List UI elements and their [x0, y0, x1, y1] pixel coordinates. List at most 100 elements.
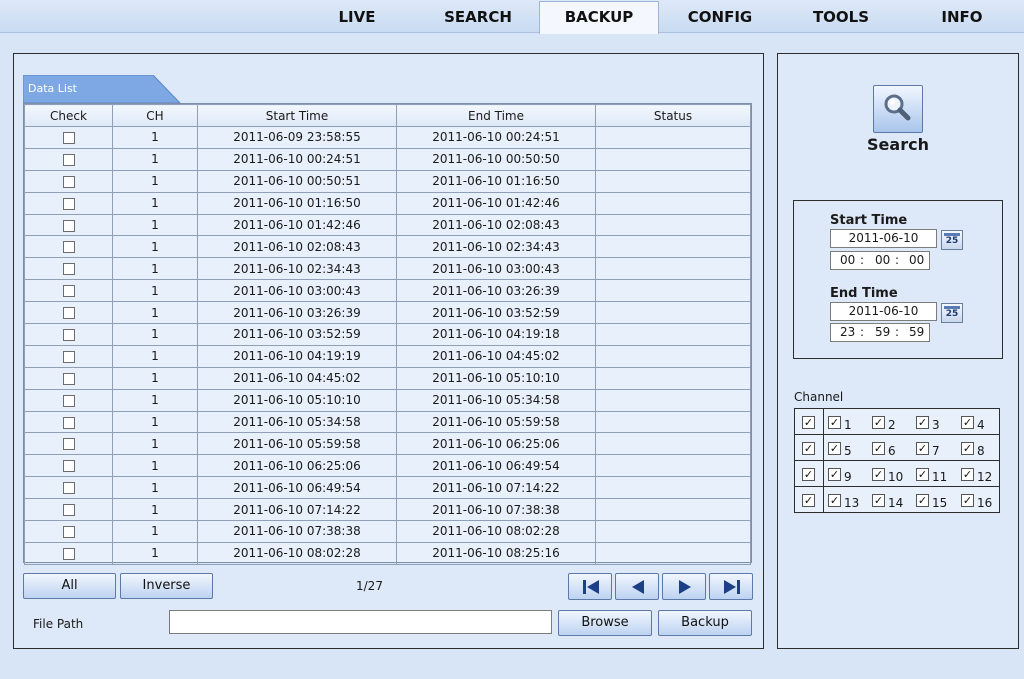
start-date-field[interactable]: 2011-06-10 [830, 229, 937, 248]
table-row[interactable]: 1 2011-06-10 00:24:51 2011-06-10 00:50:50 [24, 147, 751, 171]
prev-page-icon [632, 580, 644, 594]
tab-config[interactable]: CONFIG [660, 2, 780, 33]
channel-checkbox[interactable]: ✓ [828, 442, 841, 455]
row-select-checkbox[interactable]: ✓ [802, 494, 815, 507]
table-row[interactable]: 1 2011-06-10 06:49:54 2011-06-10 07:14:22 [24, 476, 751, 500]
end-date-field[interactable]: 2011-06-10 [830, 302, 937, 321]
table-row[interactable]: 1 2011-06-10 04:19:19 2011-06-10 04:45:02 [24, 344, 751, 368]
channel-checkbox[interactable]: ✓ [872, 494, 885, 507]
table-row[interactable]: 1 2011-06-10 03:52:59 2011-06-10 04:19:18 [24, 323, 751, 346]
channel-checkbox[interactable]: ✓ [916, 442, 929, 455]
table-row[interactable]: 1 2011-06-10 00:50:51 2011-06-10 01:16:50 [24, 169, 751, 193]
table-row[interactable]: 1 2011-06-10 07:14:22 2011-06-10 07:38:38 [24, 498, 751, 522]
row-checkbox[interactable] [62, 482, 75, 495]
start-time-field[interactable]: 00 : 00 : 00 [830, 251, 930, 270]
last-page-button[interactable] [709, 573, 753, 600]
row-checkbox[interactable] [62, 241, 75, 254]
all-button[interactable]: All [23, 573, 116, 599]
tab-live[interactable]: LIVE [297, 2, 417, 33]
table-row[interactable]: 1 2011-06-10 05:34:58 2011-06-10 05:59:58 [24, 410, 751, 434]
row-checkbox[interactable] [62, 219, 75, 232]
table-row[interactable]: 1 2011-06-10 01:42:46 2011-06-10 02:08:43 [24, 213, 751, 237]
row-status [595, 147, 751, 171]
row-checkbox[interactable] [62, 547, 75, 560]
channel-checkbox[interactable]: ✓ [961, 416, 974, 429]
end-hour[interactable]: 23 [840, 324, 855, 341]
row-checkbox[interactable] [62, 460, 75, 473]
row-checkbox[interactable] [62, 153, 75, 166]
row-select-checkbox[interactable]: ✓ [802, 468, 815, 481]
row-checkbox[interactable] [62, 285, 75, 298]
browse-button[interactable]: Browse [558, 610, 652, 636]
time-separator: : [895, 325, 900, 339]
table-row[interactable]: 1 2011-06-10 02:08:43 2011-06-10 02:34:43 [24, 235, 751, 259]
tab-info[interactable]: INFO [902, 2, 1022, 33]
row-select-checkbox[interactable]: ✓ [802, 416, 815, 429]
channel-checkbox[interactable]: ✓ [916, 416, 929, 429]
time-separator: : [860, 253, 865, 267]
row-checkbox[interactable] [62, 175, 75, 188]
row-checkbox[interactable] [62, 197, 75, 210]
start-hour[interactable]: 00 [840, 252, 855, 269]
tab-search[interactable]: SEARCH [418, 2, 538, 33]
table-row[interactable]: 1 2011-06-10 08:02:28 2011-06-10 08:25:16 [24, 541, 751, 565]
channel-checkbox[interactable]: ✓ [961, 494, 974, 507]
prev-page-button[interactable] [615, 573, 659, 600]
row-start-time: 2011-06-10 06:25:06 [197, 454, 397, 478]
table-row[interactable]: 1 2011-06-09 23:58:55 2011-06-10 00:24:51 [24, 126, 751, 149]
start-minute[interactable]: 00 [875, 252, 890, 269]
row-checkbox[interactable] [62, 263, 75, 276]
row-checkbox[interactable] [62, 438, 75, 451]
tab-backup[interactable]: BACKUP [539, 1, 659, 34]
channel-checkbox[interactable]: ✓ [828, 494, 841, 507]
end-minute[interactable]: 59 [875, 324, 890, 341]
table-row[interactable]: 1 2011-06-10 05:59:58 2011-06-10 06:25:06 [24, 432, 751, 456]
search-label: Search [867, 135, 929, 154]
table-row[interactable]: 1 2011-06-10 05:10:10 2011-06-10 05:34:58 [24, 388, 751, 412]
table-row[interactable]: 1 2011-06-10 02:34:43 2011-06-10 03:00:43 [24, 257, 751, 281]
row-end-time: 2011-06-10 02:08:43 [396, 213, 596, 237]
row-check-cell [24, 257, 113, 281]
channel-checkbox[interactable]: ✓ [872, 468, 885, 481]
channel-checkbox[interactable]: ✓ [872, 416, 885, 429]
row-checkbox[interactable] [62, 525, 75, 538]
channel-checkbox[interactable]: ✓ [872, 442, 885, 455]
row-checkbox[interactable] [62, 328, 75, 341]
end-second[interactable]: 59 [909, 324, 924, 341]
row-checkbox[interactable] [62, 372, 75, 385]
file-path-input[interactable] [169, 610, 552, 634]
inverse-button[interactable]: Inverse [120, 573, 213, 599]
row-checkbox[interactable] [62, 350, 75, 363]
end-date-calendar-button[interactable]: 25 [941, 303, 963, 323]
channel-checkbox[interactable]: ✓ [828, 468, 841, 481]
table-row[interactable]: 1 2011-06-10 07:38:38 2011-06-10 08:02:28 [24, 520, 751, 543]
table-row[interactable]: 1 2011-06-10 06:25:06 2011-06-10 06:49:54 [24, 454, 751, 478]
row-select-checkbox[interactable]: ✓ [802, 442, 815, 455]
row-checkbox[interactable] [62, 504, 75, 517]
channel-checkbox[interactable]: ✓ [961, 442, 974, 455]
channel-number: 6 [888, 444, 896, 458]
channel-checkbox[interactable]: ✓ [961, 468, 974, 481]
start-date-calendar-button[interactable]: 25 [941, 230, 963, 250]
search-button[interactable] [873, 85, 923, 133]
table-row[interactable]: 1 2011-06-10 03:26:39 2011-06-10 03:52:59 [24, 301, 751, 325]
first-page-button[interactable] [568, 573, 612, 600]
row-checkbox[interactable] [62, 307, 75, 320]
channel-grid: ✓ ✓ 1 ✓ 2 ✓ 3 ✓ 4 ✓ ✓ 5 ✓ 6 ✓ 7 ✓ 8 ✓ ✓ 9 ✓ 10 ✓ 11 ✓ 12 ✓ ✓ 13 ✓ 14 ✓ 15… [794, 408, 1000, 513]
channel-checkbox[interactable]: ✓ [916, 494, 929, 507]
channel-checkbox[interactable]: ✓ [828, 416, 841, 429]
row-checkbox[interactable] [62, 394, 75, 407]
data-list-table: Check CH Start Time End Time Status 1 201… [23, 103, 752, 565]
tab-tools[interactable]: TOOLS [781, 2, 901, 33]
channel-checkbox[interactable]: ✓ [916, 468, 929, 481]
start-second[interactable]: 00 [909, 252, 924, 269]
table-row[interactable]: 1 2011-06-10 01:16:50 2011-06-10 01:42:46 [24, 191, 751, 215]
end-time-field[interactable]: 23 : 59 : 59 [830, 323, 930, 342]
table-row[interactable]: 1 2011-06-10 04:45:02 2011-06-10 05:10:10 [24, 366, 751, 390]
row-checkbox[interactable] [62, 131, 75, 144]
table-row[interactable]: 1 2011-06-10 03:00:43 2011-06-10 03:26:39 [24, 279, 751, 303]
backup-button[interactable]: Backup [658, 610, 752, 636]
row-check-cell [24, 147, 113, 171]
next-page-button[interactable] [662, 573, 706, 600]
row-checkbox[interactable] [62, 416, 75, 429]
